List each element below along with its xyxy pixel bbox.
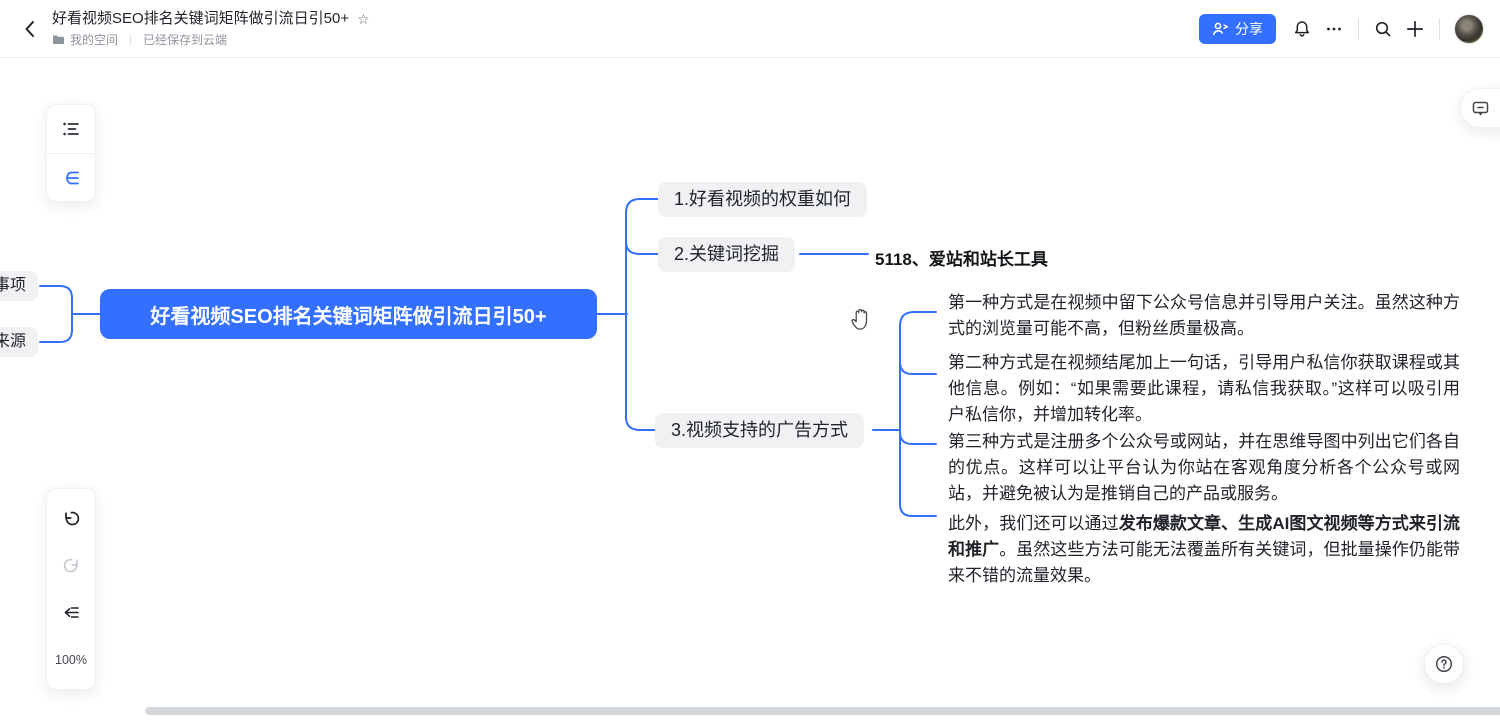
comment-bubble-icon: [1471, 99, 1490, 118]
chevron-left-icon: [22, 20, 38, 38]
user-avatar[interactable]: [1454, 14, 1484, 44]
question-mark-icon: [1434, 654, 1454, 674]
collapse-left-icon: [62, 603, 81, 622]
left-node-bottom[interactable]: 来源: [0, 327, 38, 357]
ellipsis-icon: [1325, 20, 1343, 38]
mindmap-view-button[interactable]: [47, 153, 95, 201]
plus-icon: [1406, 20, 1424, 38]
back-button[interactable]: [16, 15, 44, 43]
outline-view-button[interactable]: [47, 105, 95, 153]
notifications-button[interactable]: [1286, 13, 1318, 45]
outline-list-icon: [61, 119, 81, 139]
search-icon: [1374, 20, 1392, 38]
more-button[interactable]: [1318, 13, 1350, 45]
branch-node-3[interactable]: 3.视频支持的广告方式: [655, 413, 864, 448]
undo-button[interactable]: [47, 495, 95, 542]
header-divider: [1439, 18, 1440, 40]
header-divider: [1358, 18, 1359, 40]
branch-node-2[interactable]: 2.关键词挖掘: [658, 237, 795, 272]
header-actions: 分享: [1199, 13, 1484, 45]
folder-icon: [52, 34, 65, 45]
text-node-extra-suffix: 。虽然这些方法可能无法覆盖所有关键词，但批量操作仍能带来不错的流量效果。: [948, 540, 1460, 585]
bell-icon: [1293, 20, 1311, 38]
text-node-method-3[interactable]: 第三种方式是注册多个公众号或网站，并在思维导图中列出它们各自的优点。这样可以让平…: [948, 429, 1460, 507]
canvas-control-panel: 100%: [46, 488, 96, 690]
redo-icon: [62, 556, 81, 575]
create-new-button[interactable]: [1399, 13, 1431, 45]
left-node-top[interactable]: 事项: [0, 271, 38, 301]
redo-button[interactable]: [47, 542, 95, 589]
undo-icon: [62, 509, 81, 528]
help-button[interactable]: [1424, 644, 1464, 684]
text-node-method-1[interactable]: 第一种方式是在视频中留下公众号信息并引导用户关注。虽然这种方式的浏览量可能不高，…: [948, 290, 1460, 342]
branch-2-child-node[interactable]: 5118、爱站和站长工具: [875, 245, 1048, 270]
text-node-method-2[interactable]: 第二种方式是在视频结尾加上一句话，引导用户私信你获取课程或其他信息。例如：“如果…: [948, 350, 1460, 428]
share-button[interactable]: 分享: [1199, 14, 1276, 44]
root-node[interactable]: 好看视频SEO排名关键词矩阵做引流日引50+: [100, 289, 597, 339]
meta-divider: [130, 34, 131, 46]
view-tool-panel: [46, 104, 96, 202]
zoom-level-value: 100%: [55, 653, 87, 667]
favorite-star-icon[interactable]: ☆: [357, 12, 370, 26]
mindmap-structure-icon: [61, 168, 81, 188]
breadcrumb-workspace[interactable]: 我的空间: [70, 31, 118, 48]
title-block: 好看视频SEO排名关键词矩阵做引流日引50+ ☆ 我的空间 已经保存到云端: [52, 9, 370, 48]
comment-button[interactable]: [1460, 88, 1500, 128]
search-button[interactable]: [1367, 13, 1399, 45]
text-node-extra[interactable]: 此外，我们还可以通过发布爆款文章、生成AI图文视频等方式来引流和推广。虽然这些方…: [948, 511, 1460, 589]
document-title: 好看视频SEO排名关键词矩阵做引流日引50+: [52, 9, 349, 28]
horizontal-scrollbar[interactable]: [145, 707, 1500, 715]
share-member-icon: [1212, 21, 1229, 37]
branch-node-1[interactable]: 1.好看视频的权重如何: [658, 182, 867, 217]
save-status: 已经保存到云端: [143, 31, 227, 48]
mindmap-app: 好看视频SEO排名关键词矩阵做引流日引50+ ☆ 我的空间 已经保存到云端 分享: [0, 0, 1500, 720]
zoom-level-button[interactable]: 100%: [47, 636, 95, 683]
header-bar: 好看视频SEO排名关键词矩阵做引流日引50+ ☆ 我的空间 已经保存到云端 分享: [0, 0, 1500, 58]
share-label: 分享: [1235, 19, 1263, 39]
text-node-extra-prefix: 此外，我们还可以通过: [948, 514, 1119, 533]
collapse-branches-button[interactable]: [47, 589, 95, 636]
